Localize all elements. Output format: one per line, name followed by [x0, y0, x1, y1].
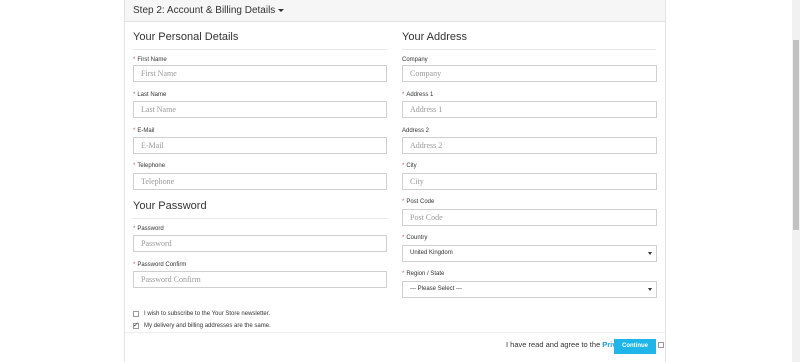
- page-scrollbar[interactable]: [792, 0, 800, 362]
- continue-button[interactable]: Continue: [614, 339, 656, 354]
- same-address-checkbox[interactable]: [133, 321, 139, 329]
- city-label: * City: [402, 163, 417, 169]
- region-selected-value: --- Please Select ---: [410, 286, 463, 292]
- newsletter-checkbox[interactable]: [133, 311, 139, 317]
- address2-label: Address 2: [402, 128, 430, 134]
- last-name-label: * Last Name: [133, 92, 167, 98]
- scrollbar-thumb[interactable]: [793, 40, 799, 230]
- first-name-input[interactable]: First Name: [133, 65, 387, 82]
- country-selected-value: United Kingdom: [410, 250, 453, 256]
- first-name-label: * First Name: [133, 57, 167, 63]
- password-label: * Password: [133, 226, 164, 232]
- newsletter-label: I wish to subscribe to the Your Store ne…: [144, 311, 271, 317]
- country-select[interactable]: United Kingdom: [402, 245, 657, 262]
- region-label: * Region / State: [402, 271, 445, 277]
- step-header[interactable]: Step 2: Account & Billing Details: [125, 0, 665, 22]
- password-title: Your Password: [133, 200, 387, 219]
- company-input[interactable]: Company: [402, 65, 657, 82]
- dropdown-arrow-icon: [648, 288, 652, 291]
- caret-down-icon: [278, 8, 285, 12]
- agree-text: I have read and agree to the: [506, 340, 601, 349]
- step-title: Step 2: Account & Billing Details: [133, 5, 276, 16]
- telephone-input[interactable]: Telephone: [133, 173, 387, 190]
- password-input[interactable]: Password: [133, 235, 387, 252]
- personal-details-title: Your Personal Details: [133, 31, 387, 50]
- last-name-input[interactable]: Last Name: [133, 101, 387, 118]
- newsletter-option[interactable]: I wish to subscribe to the Your Store ne…: [133, 311, 270, 317]
- region-select[interactable]: --- Please Select ---: [402, 281, 657, 298]
- dropdown-arrow-icon: [648, 252, 652, 255]
- password-confirm-input[interactable]: Password Confirm: [133, 271, 387, 288]
- address2-input[interactable]: Address 2: [402, 137, 657, 154]
- agree-checkbox[interactable]: [658, 341, 665, 348]
- post-code-label: * Post Code: [402, 199, 435, 205]
- address1-label: * Address 1: [402, 92, 434, 98]
- footer-divider: [125, 332, 665, 333]
- same-address-option[interactable]: My delivery and billing addresses are th…: [133, 321, 271, 329]
- email-label: * E-Mail: [133, 128, 155, 134]
- country-label: * Country: [402, 235, 428, 241]
- password-confirm-label: * Password Confirm: [133, 262, 187, 268]
- address-title: Your Address: [402, 31, 656, 50]
- city-input[interactable]: City: [402, 173, 657, 190]
- telephone-label: * Telephone: [133, 163, 166, 169]
- email-input[interactable]: E-Mail: [133, 137, 387, 154]
- post-code-input[interactable]: Post Code: [402, 209, 657, 226]
- address1-input[interactable]: Address 1: [402, 101, 657, 118]
- same-address-label: My delivery and billing addresses are th…: [144, 323, 271, 329]
- company-label: Company: [402, 57, 428, 63]
- checkout-panel: Step 2: Account & Billing Details Your P…: [124, 0, 666, 362]
